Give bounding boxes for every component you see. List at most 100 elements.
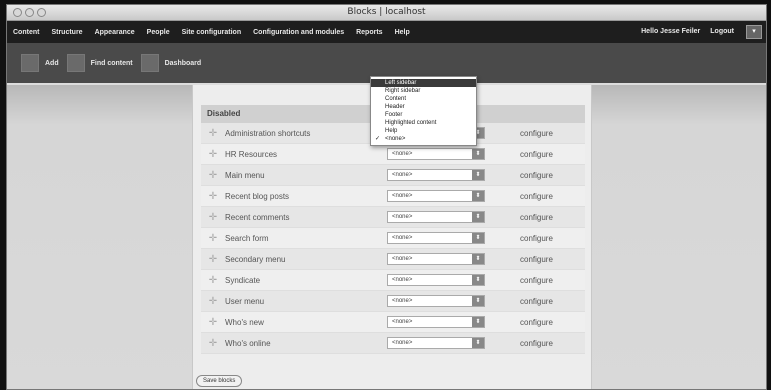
drag-handle-icon[interactable]: ✛ (201, 212, 225, 223)
configure-link[interactable]: configure (520, 213, 553, 222)
menu-item-content[interactable]: Content (13, 29, 39, 36)
block-row: ✛ User menu <none> ⬍ configure (201, 291, 585, 312)
region-select[interactable]: <none> ⬍ (387, 337, 485, 349)
block-name: Secondary menu (225, 254, 286, 264)
drag-handle-icon[interactable]: ✛ (201, 233, 225, 244)
configure-link[interactable]: configure (520, 150, 553, 159)
dropdown-option[interactable]: Content (371, 95, 476, 103)
dropdown-option[interactable]: ✓ <none> (371, 135, 476, 143)
menu-item-site-configuration[interactable]: Site configuration (182, 29, 242, 36)
region-select[interactable]: <none> ⬍ (387, 190, 485, 202)
region-select[interactable]: <none> ⬍ (387, 232, 485, 244)
block-name: Search form (225, 233, 269, 243)
browser-window: Blocks | localhost Content Structure App… (6, 4, 767, 390)
region-select[interactable]: <none> ⬍ (387, 253, 485, 265)
block-row: ✛ HR Resources <none> ⬍ configure (201, 144, 585, 165)
configure-link[interactable]: configure (520, 192, 553, 201)
dropdown-option[interactable]: Highlighted content (371, 119, 476, 127)
menu-item-reports[interactable]: Reports (356, 29, 382, 36)
dropdown-option-label: Right sidebar (385, 88, 421, 94)
select-arrow-icon: ⬍ (472, 233, 484, 243)
block-name: Who's new (225, 317, 264, 327)
configure-link[interactable]: configure (520, 276, 553, 285)
block-name: Recent comments (225, 212, 290, 222)
region-select[interactable]: <none> ⬍ (387, 211, 485, 223)
block-name: HR Resources (225, 149, 278, 159)
configure-link[interactable]: configure (520, 234, 553, 243)
select-arrow-icon: ⬍ (472, 254, 484, 264)
region-select-value: <none> (392, 256, 413, 262)
dropdown-option-label: <none> (385, 136, 406, 142)
dropdown-option[interactable]: Footer (371, 111, 476, 119)
select-arrow-icon: ⬍ (472, 296, 484, 306)
admin-toolbar: Content Structure Appearance People Site… (7, 21, 766, 43)
configure-link[interactable]: configure (520, 129, 553, 138)
drag-handle-icon[interactable]: ✛ (201, 128, 225, 139)
block-row: ✛ Main menu <none> ⬍ configure (201, 165, 585, 186)
user-greeting[interactable]: Hello Jesse Feiler (641, 28, 700, 35)
dropdown-option[interactable]: Help (371, 127, 476, 135)
block-name: Who's online (225, 338, 271, 348)
shortcut-dashboard[interactable]: Dashboard (140, 54, 201, 72)
checkmark-icon: ✓ (375, 136, 381, 142)
drag-handle-icon[interactable]: ✛ (201, 191, 225, 202)
menu-item-help[interactable]: Help (395, 29, 410, 36)
shortcut-toggle-button[interactable]: ▾ (746, 25, 762, 39)
shortcut-label: Find content (90, 59, 133, 67)
dropdown-option-label: Left sidebar (385, 80, 417, 86)
block-row: ✛ Secondary menu <none> ⬍ configure (201, 249, 585, 270)
configure-link[interactable]: configure (520, 171, 553, 180)
menu-item-people[interactable]: People (147, 29, 170, 36)
drag-handle-icon[interactable]: ✛ (201, 170, 225, 181)
block-row: ✛ Recent blog posts <none> ⬍ configure (201, 186, 585, 207)
menu-item-structure[interactable]: Structure (51, 29, 82, 36)
shortcut-label: Add (45, 59, 59, 67)
dropdown-option[interactable]: Right sidebar (371, 87, 476, 95)
drag-handle-icon[interactable]: ✛ (201, 275, 225, 286)
dropdown-option-label: Content (385, 96, 407, 102)
block-name: Main menu (225, 170, 265, 180)
select-arrow-icon: ⬍ (472, 149, 484, 159)
dropdown-option-label: Help (385, 128, 398, 134)
block-row: ✛ Syndicate <none> ⬍ configure (201, 270, 585, 291)
drag-handle-icon[interactable]: ✛ (201, 338, 225, 349)
dropdown-option[interactable]: Header (371, 103, 476, 111)
region-select[interactable]: <none> ⬍ (387, 148, 485, 160)
save-blocks-button[interactable]: Save blocks (196, 375, 243, 387)
configure-link[interactable]: configure (520, 297, 553, 306)
region-select-value: <none> (392, 319, 413, 325)
select-arrow-icon: ⬍ (472, 338, 484, 348)
dropdown-option-label: Footer (385, 112, 403, 118)
block-name: Syndicate (225, 275, 261, 285)
drag-handle-icon[interactable]: ✛ (201, 317, 225, 328)
block-row: ✛ Search form <none> ⬍ configure (201, 228, 585, 249)
region-select-value: <none> (392, 277, 413, 283)
drag-handle-icon[interactable]: ✛ (201, 149, 225, 160)
find-content-icon (66, 54, 85, 72)
menu-item-configuration-modules[interactable]: Configuration and modules (253, 29, 344, 36)
region-select-value: <none> (392, 172, 413, 178)
region-select[interactable]: <none> ⬍ (387, 316, 485, 328)
configure-link[interactable]: configure (520, 255, 553, 264)
region-select-value: <none> (392, 235, 413, 241)
region-dropdown-menu: Left sidebar Right sidebar Content Header Fo… (370, 76, 477, 146)
drag-handle-icon[interactable]: ✛ (201, 296, 225, 307)
drag-handle-icon[interactable]: ✛ (201, 254, 225, 265)
dropdown-option-label: Header (385, 104, 405, 110)
select-arrow-icon: ⬍ (472, 317, 484, 327)
shortcut-find-content[interactable]: Find content (66, 54, 133, 72)
region-select-value: <none> (392, 193, 413, 199)
logout-link[interactable]: Logout (710, 28, 734, 35)
configure-link[interactable]: configure (520, 339, 553, 348)
menu-item-appearance[interactable]: Appearance (95, 29, 135, 36)
title-bar: Blocks | localhost (7, 5, 766, 21)
region-select[interactable]: <none> ⬍ (387, 169, 485, 181)
region-select[interactable]: <none> ⬍ (387, 295, 485, 307)
region-select[interactable]: <none> ⬍ (387, 274, 485, 286)
window-title: Blocks | localhost (347, 7, 426, 17)
dropdown-option[interactable]: Left sidebar (371, 79, 476, 87)
select-arrow-icon: ⬍ (472, 191, 484, 201)
shortcut-add[interactable]: Add (21, 54, 59, 72)
configure-link[interactable]: configure (520, 318, 553, 327)
block-name: User menu (225, 296, 265, 306)
